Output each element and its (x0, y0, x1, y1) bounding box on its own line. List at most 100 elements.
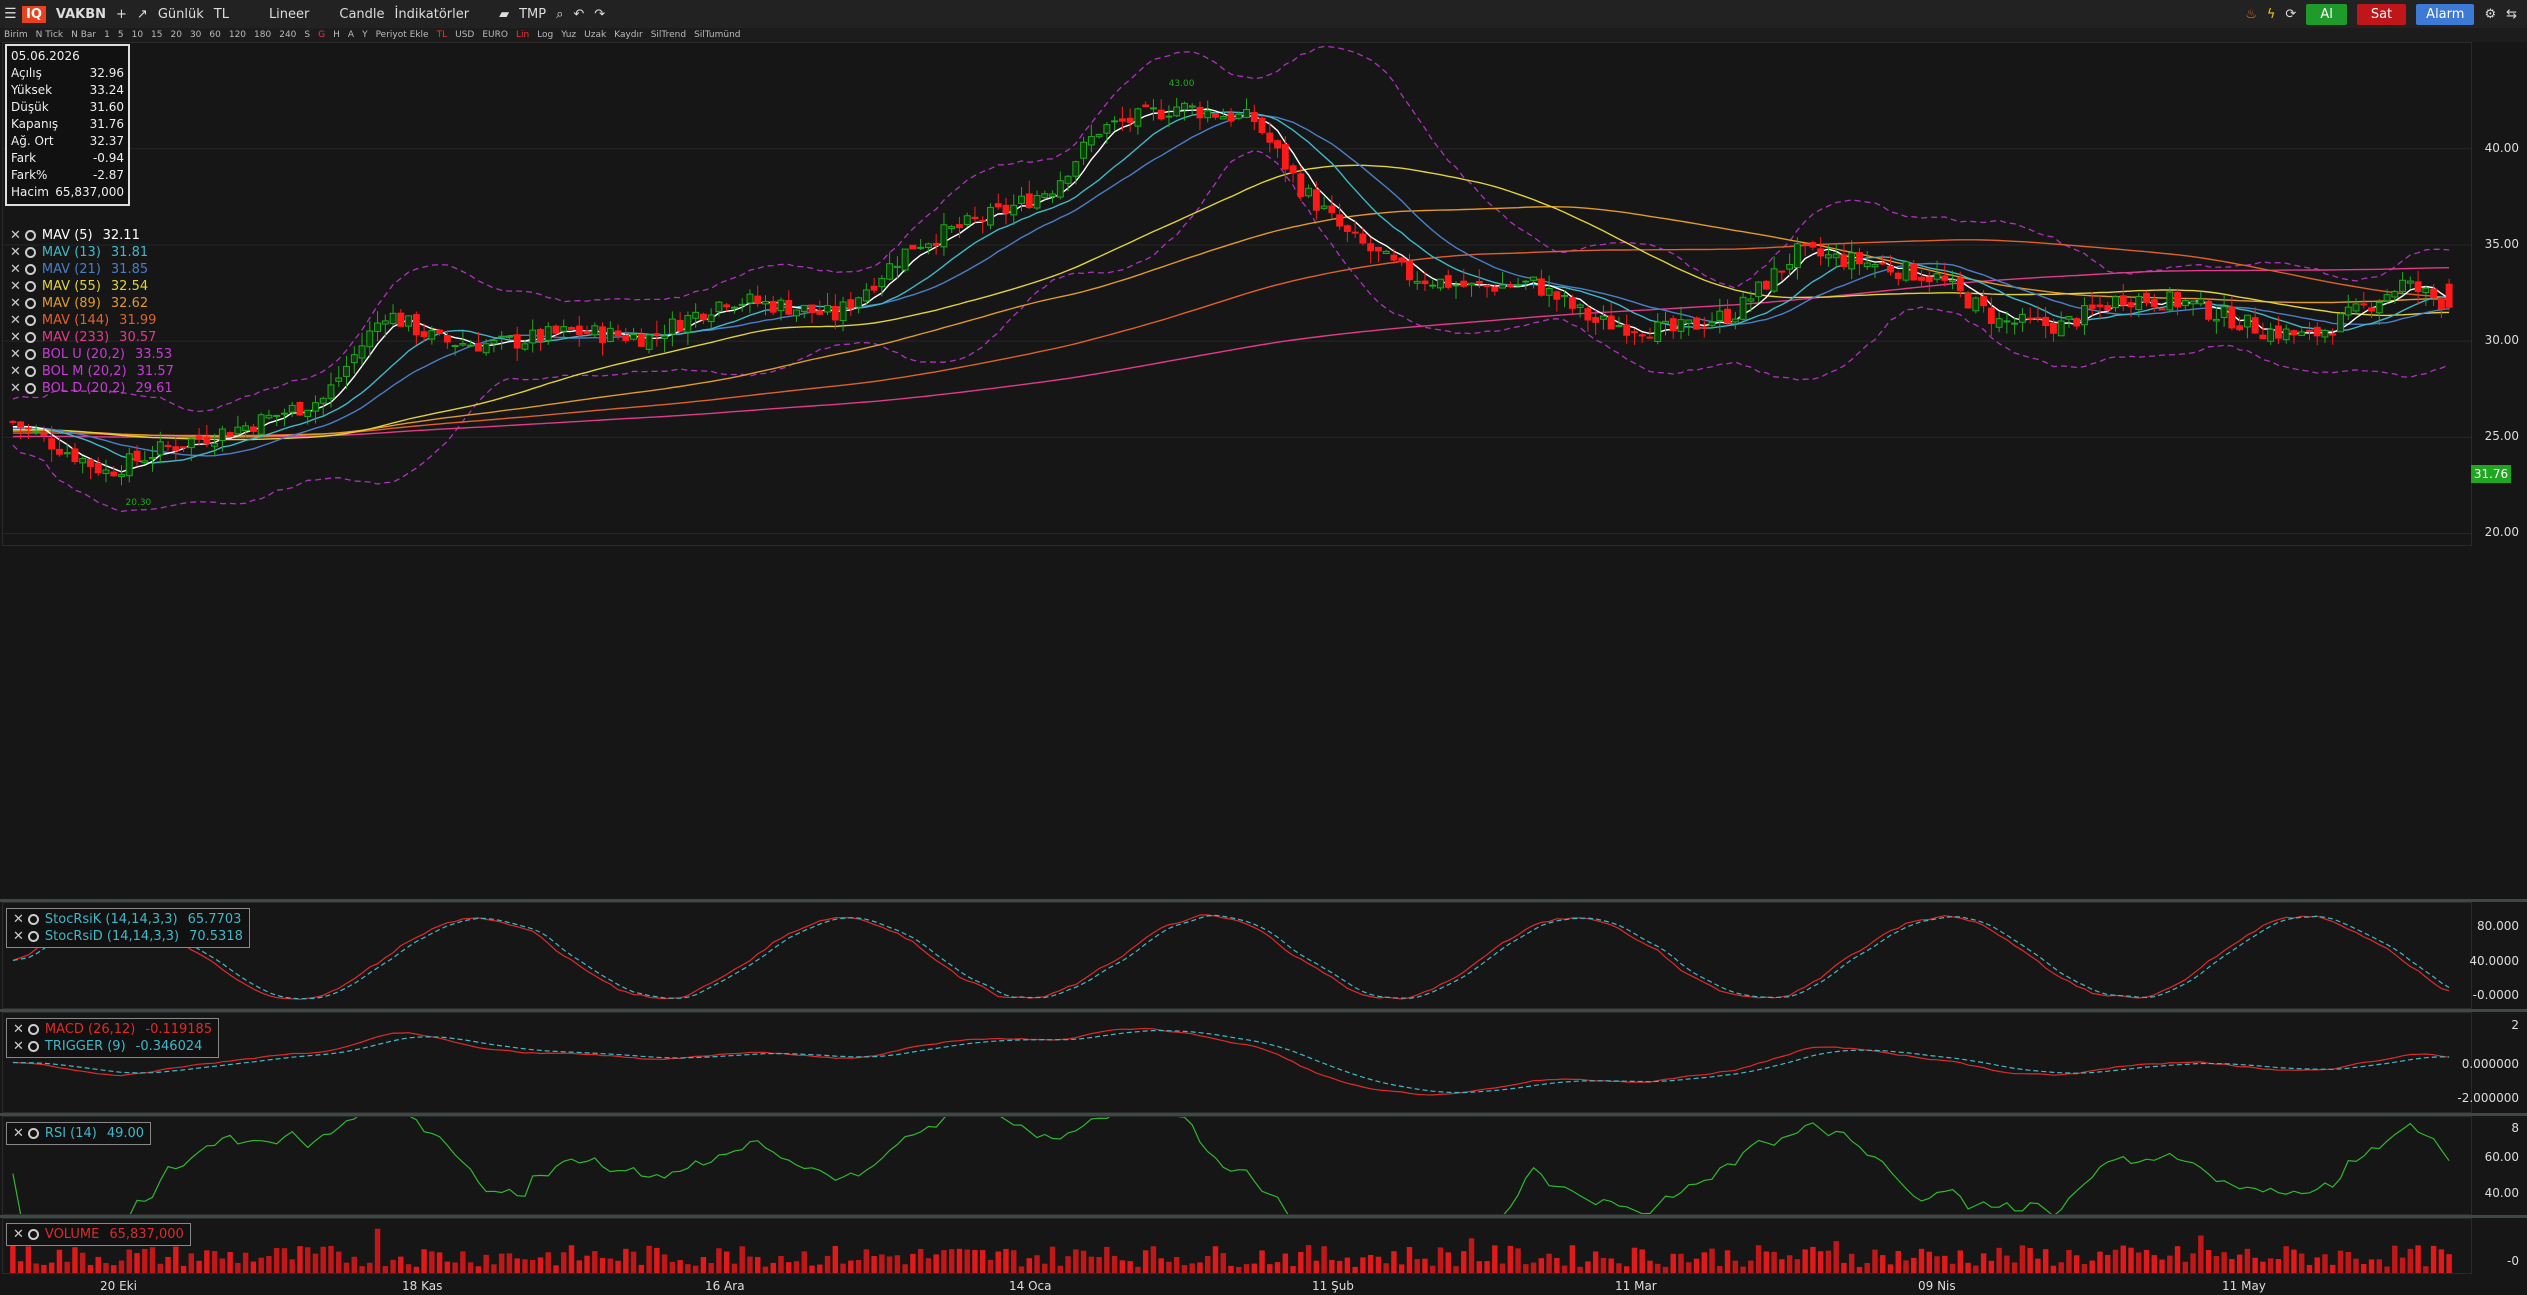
remove-indicator-icon[interactable]: ✕ (10, 330, 21, 345)
period-option[interactable]: SilTrend (651, 30, 686, 40)
remove-indicator-icon[interactable]: ✕ (13, 1022, 24, 1037)
menu-icon[interactable]: ☰ (4, 6, 17, 22)
share-icon[interactable]: ⇆ (2506, 7, 2517, 22)
add-symbol-button[interactable]: + (116, 7, 127, 22)
remove-indicator-icon[interactable]: ✕ (10, 381, 21, 396)
currency-dropdown[interactable]: TL (214, 7, 229, 22)
legend-row[interactable]: ✕ TRIGGER (9) -0.346024 (13, 1038, 212, 1055)
redo-icon[interactable]: ↷ (594, 7, 605, 22)
period-option[interactable]: Birim (4, 30, 28, 40)
indicator-settings-icon[interactable] (24, 383, 36, 394)
chart-type-dropdown[interactable]: Candle (339, 7, 384, 22)
period-option[interactable]: Kaydır (614, 30, 643, 40)
period-option[interactable]: Periyot Ekle (376, 30, 429, 40)
period-option[interactable]: H (333, 30, 340, 40)
period-option[interactable]: 20 (171, 30, 182, 40)
remove-indicator-icon[interactable]: ✕ (10, 228, 21, 243)
scale-dropdown[interactable]: Lineer (269, 7, 309, 22)
legend-row[interactable]: ✕ MAV (5) 32.11 (10, 227, 174, 244)
legend-row[interactable]: ✕ MAV (13) 31.81 (10, 244, 174, 261)
remove-indicator-icon[interactable]: ✕ (13, 1227, 24, 1242)
legend-row[interactable]: ✕ MAV (144) 31.99 (10, 312, 174, 329)
lightning-icon[interactable]: ϟ (2267, 7, 2276, 22)
period-option[interactable]: Y (362, 30, 368, 40)
legend-row[interactable]: ✕ MAV (55) 32.54 (10, 278, 174, 295)
indicator-settings-icon[interactable] (27, 931, 39, 942)
period-option[interactable]: SilTumünd (694, 30, 740, 40)
indicator-settings-icon[interactable] (27, 1024, 39, 1035)
period-option[interactable]: S (304, 30, 310, 40)
legend-row[interactable]: ✕ BOL D (20,2) 29.61 (10, 380, 174, 397)
remove-indicator-icon[interactable]: ✕ (13, 1039, 24, 1054)
legend-row[interactable]: ✕ BOL U (20,2) 33.53 (10, 346, 174, 363)
remove-indicator-icon[interactable]: ✕ (10, 262, 21, 277)
symbol-input[interactable]: VAKBN (56, 7, 106, 22)
settings-icon[interactable]: ⚙ (2484, 7, 2496, 22)
legend-row[interactable]: ✕ MAV (89) 32.62 (10, 295, 174, 312)
indicator-settings-icon[interactable] (27, 914, 39, 925)
period-option[interactable]: N Bar (71, 30, 96, 40)
refresh-icon[interactable]: ⟳ (2285, 7, 2296, 22)
template-button[interactable]: TMP (519, 7, 546, 22)
alarm-button[interactable]: Alarm (2416, 3, 2475, 25)
period-option[interactable]: USD (455, 30, 474, 40)
remove-indicator-icon[interactable]: ✕ (10, 364, 21, 379)
period-option[interactable]: 30 (190, 30, 201, 40)
legend-row[interactable]: ✕ StocRsiK (14,14,3,3) 65.7703 (13, 911, 243, 928)
period-option[interactable]: 120 (229, 30, 246, 40)
zoom-icon[interactable]: ⌕ (556, 7, 563, 22)
indicator-settings-icon[interactable] (24, 247, 36, 258)
sell-button[interactable]: Sat (2356, 3, 2407, 25)
period-option[interactable]: EURO (482, 30, 508, 40)
period-option[interactable]: N Tick (36, 30, 63, 40)
indicator-settings-icon[interactable] (24, 230, 36, 241)
indicators-button[interactable]: İndikatörler (395, 7, 470, 22)
period-option[interactable]: 1 (104, 30, 110, 40)
period-dropdown[interactable]: Günlük (158, 7, 204, 22)
legend-row[interactable]: ✕ StocRsiD (14,14,3,3) 70.5318 (13, 928, 243, 945)
remove-indicator-icon[interactable]: ✕ (13, 1126, 24, 1141)
indicator-settings-icon[interactable] (27, 1128, 39, 1139)
remove-indicator-icon[interactable]: ✕ (13, 912, 24, 927)
indicator-settings-icon[interactable] (24, 264, 36, 275)
indicator-settings-icon[interactable] (27, 1041, 39, 1052)
indicator-settings-icon[interactable] (24, 281, 36, 292)
period-option[interactable]: 15 (151, 30, 162, 40)
indicator-settings-icon[interactable] (24, 332, 36, 343)
period-option[interactable]: G (318, 30, 325, 40)
period-option[interactable]: 5 (118, 30, 124, 40)
indicator-settings-icon[interactable] (24, 349, 36, 360)
remove-indicator-icon[interactable]: ✕ (10, 347, 21, 362)
folder-icon[interactable]: ▰ (499, 7, 509, 22)
period-option[interactable]: 60 (209, 30, 220, 40)
legend-row[interactable]: ✕ MACD (26,12) -0.119185 (13, 1021, 212, 1038)
legend-row[interactable]: ✕ MAV (233) 30.57 (10, 329, 174, 346)
legend-row[interactable]: ✕ RSI (14) 49.00 (13, 1125, 144, 1142)
period-option[interactable]: 180 (254, 30, 271, 40)
period-option[interactable]: 240 (279, 30, 296, 40)
period-option[interactable]: A (348, 30, 354, 40)
indicator-settings-icon[interactable] (24, 298, 36, 309)
external-link-icon[interactable]: ↗ (137, 7, 148, 22)
period-option[interactable]: 10 (132, 30, 143, 40)
volume-bar (661, 1254, 668, 1273)
remove-indicator-icon[interactable]: ✕ (10, 313, 21, 328)
period-option[interactable]: Uzak (584, 30, 606, 40)
indicator-settings-icon[interactable] (24, 315, 36, 326)
buy-button[interactable]: Al (2306, 3, 2347, 25)
period-option[interactable]: TL (437, 30, 448, 40)
legend-row[interactable]: ✕ VOLUME 65,837,000 (13, 1226, 184, 1243)
remove-indicator-icon[interactable]: ✕ (10, 279, 21, 294)
legend-row[interactable]: ✕ MAV (21) 31.85 (10, 261, 174, 278)
period-option[interactable]: Yuz (561, 30, 576, 40)
remove-indicator-icon[interactable]: ✕ (10, 296, 21, 311)
period-option[interactable]: Log (537, 30, 553, 40)
remove-indicator-icon[interactable]: ✕ (13, 929, 24, 944)
undo-icon[interactable]: ↶ (573, 7, 584, 22)
remove-indicator-icon[interactable]: ✕ (10, 245, 21, 260)
indicator-settings-icon[interactable] (24, 366, 36, 377)
indicator-settings-icon[interactable] (27, 1229, 39, 1240)
period-option[interactable]: Lin (516, 30, 529, 40)
legend-row[interactable]: ✕ BOL M (20,2) 31.57 (10, 363, 174, 380)
flame-icon[interactable]: ♨ (2245, 7, 2257, 22)
